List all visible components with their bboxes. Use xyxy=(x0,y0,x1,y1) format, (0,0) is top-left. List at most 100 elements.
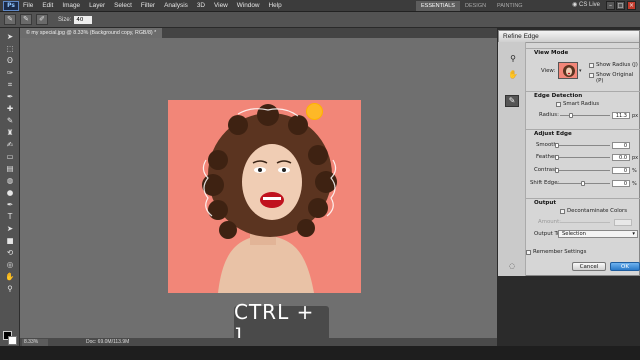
menu-layer[interactable]: Layer xyxy=(89,2,105,9)
menu-file[interactable]: File xyxy=(23,2,33,9)
contrast-slider-knob[interactable] xyxy=(555,168,559,173)
cs-live-icon: ◉ xyxy=(572,2,579,8)
edge-detection-heading: Edge Detection xyxy=(534,93,583,99)
eyedropper-tool-icon[interactable]: ✒ xyxy=(4,92,16,101)
cs-live-button[interactable]: ◉ CS Live xyxy=(572,1,600,8)
shape-tool-icon[interactable]: ■ xyxy=(4,236,16,245)
tools-panel: ➤ ⬚ ʘ ✑ ⌗ ✒ ✚ ✎ ♜ ✍ ▭ ▤ ◍ ● ✒ T ➤ ■ ⟲ ◎ … xyxy=(0,28,20,346)
quick-selection-tool-icon[interactable]: ✑ xyxy=(4,68,16,77)
maximize-button[interactable]: □ xyxy=(616,1,625,10)
refine-radius-tool-icon[interactable]: ✎ xyxy=(505,95,519,107)
menu-bar: Ps File Edit Image Layer Select Filter A… xyxy=(0,0,640,12)
document-image[interactable] xyxy=(168,100,361,293)
spinner-icon: ◌ xyxy=(509,262,516,270)
output-to-dropdown-icon: ▾ xyxy=(632,231,635,237)
brush-tool-icon[interactable]: ✎ xyxy=(4,116,16,125)
document-tab[interactable]: © my special.jpg @ 8.33% (Background cop… xyxy=(20,28,163,38)
output-to-select[interactable]: Selection ▾ xyxy=(558,230,638,238)
show-original-checkbox[interactable] xyxy=(589,73,594,78)
move-tool-icon[interactable]: ➤ xyxy=(4,32,16,41)
zoom-icon[interactable]: ⚲ xyxy=(508,54,518,64)
history-brush-tool-icon[interactable]: ✍ xyxy=(4,140,16,149)
workspace-design[interactable]: DESIGN xyxy=(460,1,491,11)
3d-orbit-tool-icon[interactable]: ◎ xyxy=(4,260,16,269)
hand-icon[interactable]: ✋ xyxy=(508,70,518,80)
radius-slider-track[interactable] xyxy=(560,115,610,116)
menu-window[interactable]: Window xyxy=(237,2,260,9)
eraser-tool-icon[interactable]: ▭ xyxy=(4,152,16,161)
menu-image[interactable]: Image xyxy=(62,2,80,9)
contrast-input[interactable]: 0 xyxy=(612,167,630,174)
woman-portrait-image xyxy=(168,100,361,293)
marquee-tool-icon[interactable]: ⬚ xyxy=(4,44,16,53)
feather-slider-knob[interactable] xyxy=(555,155,559,160)
ok-button[interactable]: OK xyxy=(610,262,640,271)
path-selection-tool-icon[interactable]: ➤ xyxy=(4,224,16,233)
menu-3d[interactable]: 3D xyxy=(197,2,205,9)
zoom-level[interactable]: 8.33% xyxy=(22,338,48,346)
contrast-unit: % xyxy=(632,168,637,174)
3d-rotate-tool-icon[interactable]: ⟲ xyxy=(4,248,16,257)
smooth-slider-knob[interactable] xyxy=(555,143,559,148)
show-radius-label: Show Radius (J) xyxy=(596,62,638,68)
output-divider xyxy=(526,198,640,199)
photoshop-logo: Ps xyxy=(3,0,19,11)
size-input[interactable]: 40 xyxy=(74,15,93,24)
view-dropdown-arrow-icon[interactable]: ▾ xyxy=(579,68,582,74)
lasso-tool-icon[interactable]: ʘ xyxy=(4,56,16,65)
menu-help[interactable]: Help xyxy=(269,2,282,9)
radius-slider-knob[interactable] xyxy=(569,113,573,118)
hand-tool-icon[interactable]: ✋ xyxy=(4,272,16,281)
view-mode-divider xyxy=(526,48,640,49)
status-bar: 8.33% Doc: 69.0M/113.9M xyxy=(20,338,497,346)
adjust-edge-divider xyxy=(526,129,640,130)
healing-brush-tool-icon[interactable]: ✚ xyxy=(4,104,16,113)
view-thumbnail[interactable] xyxy=(558,62,578,79)
feather-input[interactable]: 0.0 xyxy=(612,154,630,161)
smooth-slider-track[interactable] xyxy=(556,145,610,146)
radius-input[interactable]: 11.3 xyxy=(612,112,630,119)
erase-refinements-brush-icon[interactable]: ✐ xyxy=(36,14,48,25)
dialog-tools: ⚲ ✋ xyxy=(508,54,520,86)
smart-radius-checkbox[interactable] xyxy=(556,102,561,107)
doc-size-info: Doc: 69.0M/113.9M xyxy=(86,339,130,345)
crop-tool-icon[interactable]: ⌗ xyxy=(4,80,16,89)
gradient-tool-icon[interactable]: ▤ xyxy=(4,164,16,173)
workspace-essentials[interactable]: ESSENTIALS xyxy=(416,1,460,11)
brush-tool-preset-icon[interactable]: ✎ xyxy=(4,14,16,25)
cancel-button[interactable]: Cancel xyxy=(572,262,606,271)
shift-edge-unit: % xyxy=(632,181,637,187)
menu-filter[interactable]: Filter xyxy=(141,2,155,9)
feather-slider-track[interactable] xyxy=(556,157,610,158)
menu-view[interactable]: View xyxy=(214,2,228,9)
refine-radius-brush-icon[interactable]: ✎ xyxy=(20,14,32,25)
dodge-tool-icon[interactable]: ● xyxy=(4,188,16,197)
menu-edit[interactable]: Edit xyxy=(42,2,53,9)
document-tab-bar: © my special.jpg @ 8.33% (Background cop… xyxy=(20,28,497,38)
remember-settings-checkbox[interactable] xyxy=(526,250,531,255)
show-radius-checkbox[interactable] xyxy=(589,63,594,68)
decontaminate-colors-checkbox[interactable] xyxy=(560,209,565,214)
shift-edge-input[interactable]: 0 xyxy=(612,180,630,187)
brush-cursor xyxy=(306,103,323,120)
menu-analysis[interactable]: Analysis xyxy=(164,2,188,9)
shift-edge-label: Shift Edge: xyxy=(530,180,560,186)
contrast-slider-track[interactable] xyxy=(556,170,610,171)
menu-select[interactable]: Select xyxy=(114,2,132,9)
cs-live-label: CS Live xyxy=(578,2,600,8)
amount-label: Amount: xyxy=(538,219,561,225)
type-tool-icon[interactable]: T xyxy=(4,212,16,221)
clone-stamp-tool-icon[interactable]: ♜ xyxy=(4,128,16,137)
shift-edge-slider-knob[interactable] xyxy=(581,181,585,186)
workspace-painting[interactable]: PAINTING xyxy=(492,1,528,11)
close-button[interactable]: × xyxy=(627,1,636,10)
output-to-value: Selection xyxy=(562,231,586,237)
background-color-swatch[interactable] xyxy=(8,336,17,345)
amount-slider-track xyxy=(560,222,610,223)
zoom-tool-icon[interactable]: ⚲ xyxy=(4,284,16,293)
pen-tool-icon[interactable]: ✒ xyxy=(4,200,16,209)
minimize-button[interactable]: – xyxy=(606,1,615,10)
remember-settings-label: Remember Settings xyxy=(533,249,587,255)
smooth-input[interactable]: 0 xyxy=(612,142,630,149)
blur-tool-icon[interactable]: ◍ xyxy=(4,176,16,185)
